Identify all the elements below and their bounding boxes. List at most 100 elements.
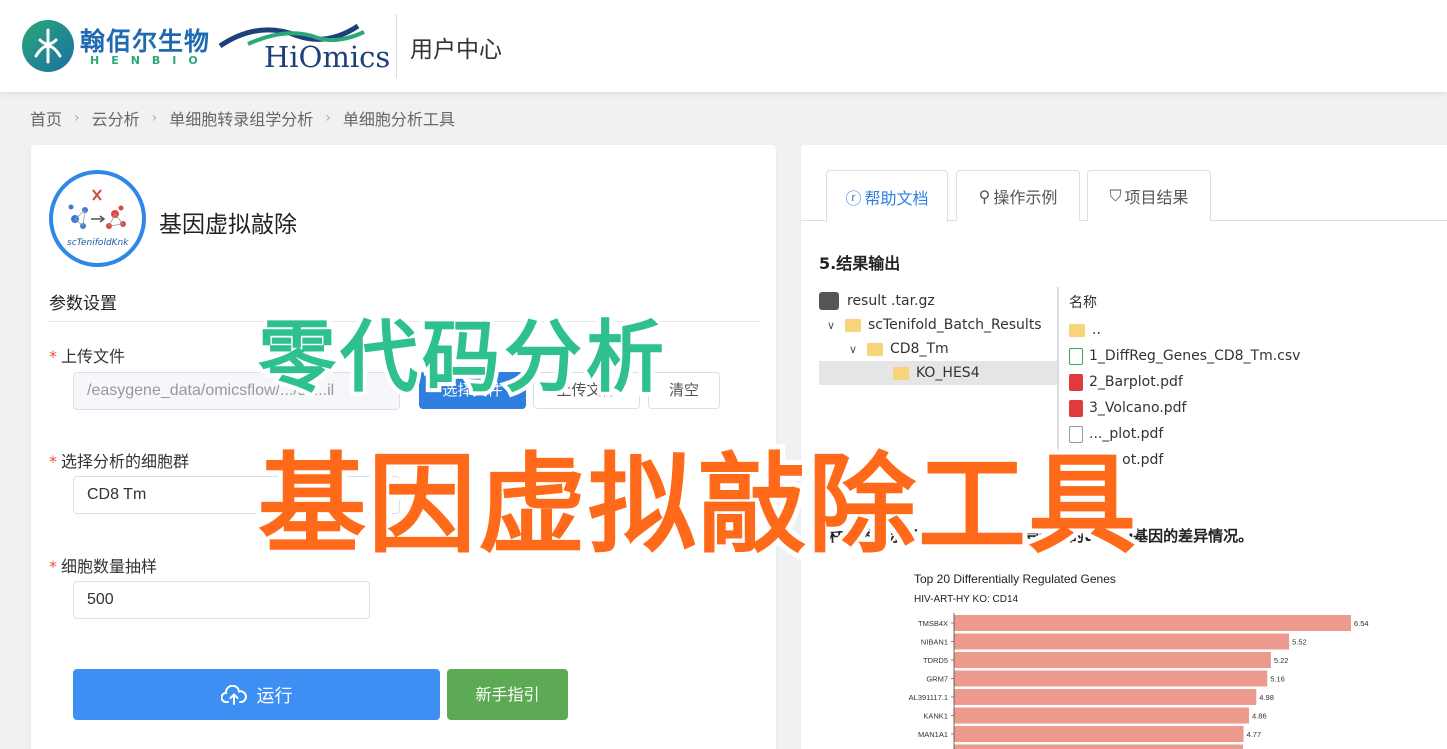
chart-tick-label: GRM7: [926, 675, 948, 684]
list-item[interactable]: 1_DiffReg_Genes_CD8_Tm.csv: [1069, 344, 1300, 368]
file-list-header: 名称: [1069, 295, 1097, 311]
check-shield-icon: ⛉: [1109, 186, 1122, 205]
tab-help-label: 帮助文档: [864, 188, 929, 208]
chart-bar: [954, 707, 1250, 724]
pdf-file-icon: [1069, 399, 1083, 417]
file-name: 2_Barplot.pdf: [1089, 374, 1183, 390]
henbio-logo[interactable]: 翰佰尔生物 HENBIO: [22, 18, 212, 74]
tool-title: 基因虚拟敲除: [159, 212, 297, 238]
chart-data-label: 6.54: [1354, 619, 1369, 628]
file-name: 3_Volcano.pdf: [1089, 400, 1187, 416]
chart-bar: [954, 615, 1351, 631]
upload-label-text: 上传文件: [61, 347, 126, 366]
tree-item-label: result .tar.gz: [847, 293, 935, 309]
file-name: ..: [1092, 322, 1101, 338]
sample-label: * 细胞数量抽样: [49, 553, 157, 577]
overlay-headline: 零代码分析: [254, 309, 669, 407]
brand-cn: 翰佰尔生物: [80, 27, 211, 56]
chart-tick-label: NIBAN1: [921, 638, 948, 647]
breadcrumb-cloud[interactable]: 云分析: [92, 106, 140, 130]
chevron-down-icon: ∨: [848, 342, 858, 356]
henbio-logo-icon: [22, 20, 74, 72]
required-mark: *: [49, 347, 57, 366]
folder-icon: [1069, 323, 1085, 337]
chart-bar: [954, 744, 1243, 749]
hiomics-logo[interactable]: HiOmics: [218, 22, 391, 74]
chart-data-label: 4.86: [1252, 712, 1267, 721]
tree-item-label: scTenifold_Batch_Results: [868, 317, 1042, 333]
barplot-chart: Top 20 Differentially Regulated Genes HI…: [909, 572, 1369, 749]
sample-label-text: 细胞数量抽样: [61, 557, 158, 576]
run-button[interactable]: 运行: [73, 669, 440, 720]
folder-icon: [867, 342, 883, 356]
cloud-upload-icon: [220, 684, 247, 705]
pdf-file-icon: [1069, 373, 1083, 391]
tree-item-batch-results[interactable]: ∨ scTenifold_Batch_Results: [819, 313, 1057, 337]
tab-examples-label: 操作示例: [993, 188, 1058, 207]
folder-icon: [893, 366, 909, 380]
run-label: 运行: [256, 685, 293, 707]
tab-help-docs[interactable]: ⓡ 帮助文档: [826, 170, 948, 222]
chart-bar: [954, 689, 1257, 705]
tree-item-cd8-tm[interactable]: ∨ CD8_Tm: [819, 337, 1057, 361]
tree-item-label: CD8_Tm: [890, 341, 949, 357]
tool-logo: scTenifoldKnk: [49, 170, 146, 267]
chart-data-label: 5.16: [1270, 675, 1285, 684]
csv-file-icon: [1069, 347, 1083, 365]
sample-count-input[interactable]: 500: [73, 581, 370, 619]
user-center-link[interactable]: 用户中心: [410, 30, 502, 64]
chevron-right-icon: ›: [151, 110, 158, 126]
chart-data-label: 5.52: [1292, 638, 1307, 647]
tab-results-label: 项目结果: [1124, 188, 1189, 207]
chart-bar: [954, 633, 1290, 650]
params-section-title: 参数设置: [49, 294, 117, 314]
archive-icon: [819, 292, 839, 310]
chart-bars: TMSB4X 6.54 NIBAN1 5.52 TDRD5 5.22 GRM7 5.16 AL3…: [909, 613, 1369, 749]
tool-logo-label: scTenifoldKnk: [67, 238, 129, 248]
tab-project-results[interactable]: ⛉ 项目结果: [1087, 170, 1211, 221]
folder-icon: [845, 318, 861, 332]
chart-tick-label: TDRD5: [923, 656, 948, 665]
upload-label: * 上传文件: [49, 343, 125, 367]
chart-bar: [954, 726, 1244, 742]
tree-item-archive[interactable]: result .tar.gz: [819, 289, 1057, 313]
file-name: 1_DiffReg_Genes_CD8_Tm.csv: [1089, 348, 1301, 364]
output-section-title: 5.结果输出: [819, 254, 901, 273]
list-item[interactable]: 2_Barplot.pdf: [1069, 370, 1183, 394]
breadcrumb: 首页 › 云分析 › 单细胞转录组学分析 › 单细胞分析工具: [30, 106, 455, 130]
required-mark: *: [49, 452, 57, 471]
cluster-label: * 选择分析的细胞群: [49, 448, 189, 472]
tree-item-label: KO_HES4: [916, 365, 980, 381]
chart-title: Top 20 Differentially Regulated Genes: [914, 572, 1116, 586]
guide-button[interactable]: 新手指引: [447, 669, 568, 720]
chart-bar: [954, 652, 1271, 668]
chart-data-label: 5.22: [1274, 656, 1289, 665]
tab-examples[interactable]: ⚲ 操作示例: [956, 170, 1080, 221]
top-header: 翰佰尔生物 HENBIO HiOmics 用户中心: [0, 0, 1447, 92]
location-icon: ⚲: [978, 186, 991, 206]
chevron-down-icon: ∨: [826, 318, 836, 332]
chart-bar: [954, 670, 1268, 687]
header-divider: [396, 14, 397, 78]
chart-tick-label: KANK1: [923, 712, 948, 721]
required-mark: *: [49, 557, 57, 576]
brand-en: HENBIO: [90, 54, 210, 67]
network-icon: [68, 189, 126, 229]
chart-subtitle: HIV-ART-HY KO: CD14: [914, 594, 1019, 605]
breadcrumb-scrna[interactable]: 单细胞转录组学分析: [169, 106, 313, 130]
chart-tick-label: AL391117.1: [909, 693, 948, 702]
chart-data-label: 4.77: [1247, 730, 1262, 739]
brand2-text: HiOmics: [264, 40, 391, 74]
list-item[interactable]: 3_Volcano.pdf: [1069, 396, 1186, 420]
tree-item-ko-hes4[interactable]: KO_HES4: [819, 361, 1057, 385]
chart-tick-label: TMSB4X: [918, 619, 948, 628]
chevron-right-icon: ›: [325, 110, 331, 126]
breadcrumb-home[interactable]: 首页: [30, 106, 62, 130]
breadcrumb-tools[interactable]: 单细胞分析工具: [343, 106, 455, 130]
chart-tick-label: MAN1A1: [918, 730, 948, 739]
list-item[interactable]: ..: [1069, 318, 1101, 342]
help-icon: ⓡ: [845, 188, 862, 208]
chevron-right-icon: ›: [74, 110, 80, 126]
chart-data-label: 4.98: [1259, 693, 1274, 702]
overlay-subheadline: 基因虚拟敲除工具: [253, 438, 1141, 573]
